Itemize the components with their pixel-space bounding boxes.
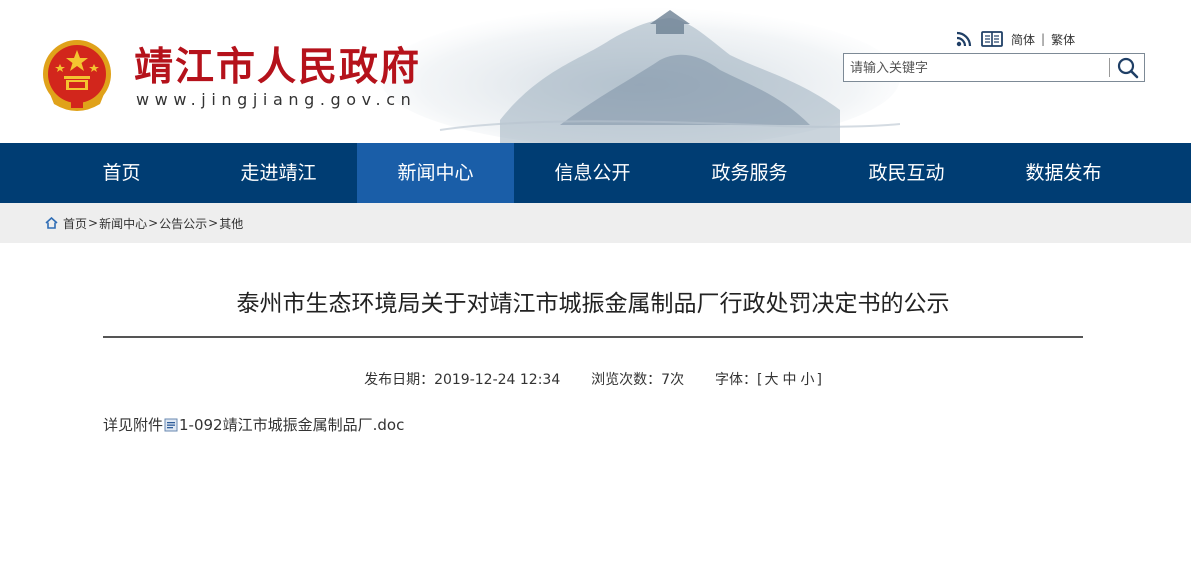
font-size-bracket-open: [ bbox=[756, 372, 763, 388]
site-header: 靖江市人民政府 www.jingjiang.gov.cn 简体 | 繁体 bbox=[0, 0, 1191, 143]
article-body: 详见附件 1-092靖江市城振金属制品厂.doc bbox=[103, 414, 404, 435]
nav-item-info[interactable]: 信息公开 bbox=[514, 143, 671, 203]
doc-file-icon bbox=[164, 418, 178, 431]
font-size-label: 字体： bbox=[714, 372, 757, 388]
breadcrumb-announcements[interactable]: 公告公示 bbox=[159, 215, 207, 232]
search-icon[interactable] bbox=[1114, 55, 1142, 80]
search-input[interactable] bbox=[850, 58, 1100, 78]
lang-separator: | bbox=[1041, 32, 1046, 46]
nav-item-about[interactable]: 走进靖江 bbox=[200, 143, 357, 203]
breadcrumb-separator: > bbox=[88, 216, 99, 230]
search-box bbox=[843, 53, 1145, 82]
publish-date: 2019-12-24 12:34 bbox=[434, 372, 561, 388]
main-nav: 首页 走进靖江 新闻中心 信息公开 政务服务 政民互动 数据发布 bbox=[0, 143, 1191, 203]
attachment-link[interactable]: 1-092靖江市城振金属制品厂.doc bbox=[179, 414, 404, 435]
breadcrumb-separator: > bbox=[208, 216, 219, 230]
home-icon bbox=[45, 217, 58, 229]
view-count: 7次 bbox=[661, 372, 685, 388]
article-title: 泰州市生态环境局关于对靖江市城振金属制品厂行政处罚决定书的公示 bbox=[236, 291, 950, 317]
lang-traditional-link[interactable]: 繁体 bbox=[1051, 31, 1075, 48]
article-meta: 发布日期：2019-12-24 12:34 浏览次数：7次 字体：[大中小] bbox=[103, 369, 1083, 389]
font-size-bracket-close: ] bbox=[816, 372, 822, 388]
nav-item-news[interactable]: 新闻中心 bbox=[357, 143, 514, 203]
nav-item-data[interactable]: 数据发布 bbox=[985, 143, 1142, 203]
lang-simplified-link[interactable]: 简体 bbox=[1011, 31, 1035, 48]
reader-icon[interactable] bbox=[981, 30, 1003, 48]
nav-item-home[interactable]: 首页 bbox=[43, 143, 200, 203]
nav-item-interaction[interactable]: 政民互动 bbox=[828, 143, 985, 203]
breadcrumb-other[interactable]: 其他 bbox=[219, 215, 243, 232]
breadcrumb-bar: 首页 > 新闻中心 > 公告公示 > 其他 bbox=[0, 203, 1191, 243]
national-emblem-icon bbox=[43, 40, 111, 111]
site-name: 靖江市人民政府 bbox=[134, 44, 422, 90]
date-label: 发布日期： bbox=[364, 372, 435, 388]
attachment-prefix: 详见附件 bbox=[103, 416, 164, 434]
title-divider bbox=[103, 336, 1083, 338]
landscape-banner-decoration bbox=[380, 8, 900, 143]
header-tools: 简体 | 繁体 bbox=[955, 30, 1075, 48]
nav-item-services[interactable]: 政务服务 bbox=[671, 143, 828, 203]
site-domain: www.jingjiang.gov.cn bbox=[136, 90, 417, 109]
font-size-small[interactable]: 小 bbox=[800, 372, 814, 388]
font-size-medium[interactable]: 中 bbox=[782, 372, 796, 388]
breadcrumb-separator: > bbox=[148, 216, 159, 230]
rss-icon[interactable] bbox=[955, 30, 973, 48]
font-size-large[interactable]: 大 bbox=[764, 372, 778, 388]
breadcrumb-news[interactable]: 新闻中心 bbox=[99, 215, 147, 232]
views-label: 浏览次数： bbox=[591, 372, 662, 388]
breadcrumb: 首页 > 新闻中心 > 公告公示 > 其他 bbox=[45, 203, 243, 243]
search-divider bbox=[1109, 58, 1110, 77]
breadcrumb-home[interactable]: 首页 bbox=[63, 215, 87, 232]
